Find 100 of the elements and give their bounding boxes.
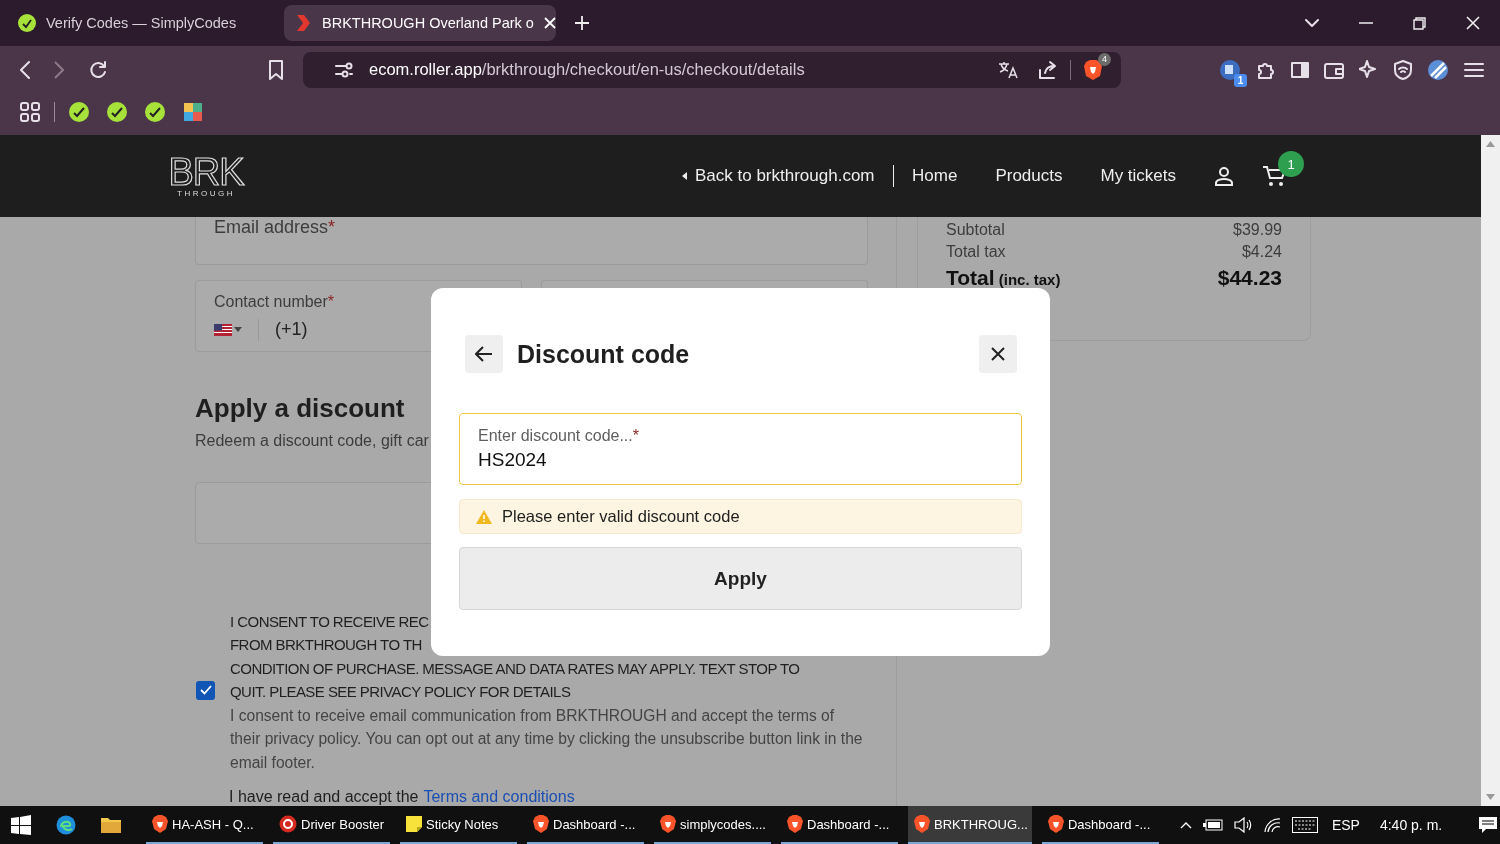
close-icon[interactable] bbox=[1466, 16, 1480, 30]
summary-label: Total tax bbox=[946, 242, 1006, 262]
taskbar-app[interactable]: HA-ASH - Q... bbox=[146, 806, 263, 844]
lion-shield-icon bbox=[1047, 815, 1064, 833]
summary-value: $4.24 bbox=[1241, 242, 1282, 262]
total-label: Total (inc. tax) bbox=[946, 267, 1061, 290]
share-icon[interactable] bbox=[1038, 59, 1058, 80]
email-field[interactable]: Email address* bbox=[195, 217, 868, 265]
checkbox[interactable] bbox=[196, 680, 215, 700]
clock[interactable]: 4:40 p. m. bbox=[1379, 817, 1443, 833]
apps-grid-icon[interactable] bbox=[20, 102, 40, 122]
browser-tab[interactable]: Verify Codes — SimplyCodes bbox=[8, 5, 280, 41]
forward-icon[interactable] bbox=[54, 60, 64, 79]
site-settings-icon bbox=[335, 61, 353, 78]
lion-shield-icon bbox=[533, 815, 549, 833]
summary-label: Subtotal bbox=[946, 220, 1005, 240]
lion-shield-icon bbox=[152, 815, 168, 833]
chevron-logo-icon bbox=[294, 14, 312, 32]
field-label: Enter discount code...* bbox=[478, 427, 640, 445]
sidebar-icon[interactable] bbox=[1291, 61, 1309, 78]
wallet-icon[interactable] bbox=[1324, 60, 1344, 79]
gear-icon bbox=[279, 815, 297, 833]
taskbar-app[interactable]: simplycodes.... bbox=[654, 806, 771, 844]
keyboard-icon[interactable] bbox=[1291, 817, 1318, 833]
cart-count-badge: 1 bbox=[1278, 151, 1305, 177]
nav-link[interactable]: My tickets bbox=[1100, 166, 1177, 186]
sparkle-icon[interactable] bbox=[1359, 59, 1379, 80]
restore-icon[interactable] bbox=[1413, 16, 1426, 30]
url-text[interactable]: ecom.roller.app/brkthrough/checkout/en-us/checkout/details bbox=[369, 60, 805, 79]
lion-shield-icon bbox=[787, 815, 803, 833]
caret-icon[interactable] bbox=[234, 327, 242, 333]
back-link[interactable]: Back to brkthrough.com bbox=[682, 166, 875, 186]
menu-icon[interactable] bbox=[1464, 61, 1484, 78]
apply-button[interactable]: Apply bbox=[459, 547, 1022, 610]
speaker-icon[interactable] bbox=[1233, 817, 1252, 833]
puzzle-piece-icon[interactable] bbox=[183, 102, 203, 122]
address-bar[interactable]: ecom.roller.app/brkthrough/checkout/en-us/checkout/details 4 bbox=[303, 51, 1121, 88]
count-badge: 1 bbox=[1234, 73, 1247, 87]
nav-link[interactable]: Products bbox=[995, 166, 1063, 186]
chevron-up-icon[interactable] bbox=[1179, 821, 1192, 829]
edge-icon[interactable] bbox=[56, 815, 76, 835]
us-flag-icon[interactable] bbox=[214, 323, 232, 336]
consent-text: FROM BRKTHROUGH TO TH bbox=[230, 635, 422, 655]
field-label: Contact number* bbox=[214, 292, 335, 310]
battery-icon[interactable] bbox=[1202, 819, 1223, 831]
reload-icon[interactable] bbox=[88, 59, 108, 80]
discount-code-field[interactable]: Enter discount code...* HS2024 bbox=[459, 413, 1022, 485]
phone-prefix: (+1) bbox=[275, 319, 308, 341]
tag-check-icon bbox=[18, 14, 36, 32]
taskbar-app[interactable]: Dashboard -... bbox=[527, 806, 644, 844]
tag-check-icon[interactable] bbox=[69, 102, 89, 122]
checkmark-icon bbox=[199, 685, 212, 695]
summary-value: $39.99 bbox=[1233, 220, 1282, 240]
new-tab-icon[interactable] bbox=[574, 15, 590, 31]
browser-tab[interactable]: BRKTHROUGH Overland Park o bbox=[284, 5, 556, 41]
striped-circle-icon[interactable] bbox=[1427, 58, 1449, 81]
back-button[interactable] bbox=[465, 335, 503, 373]
tag-check-icon[interactable] bbox=[107, 102, 127, 122]
taskbar-app[interactable]: Sticky Notes bbox=[400, 806, 517, 844]
windows-icon[interactable] bbox=[11, 815, 31, 835]
logo-text[interactable]: BRK bbox=[168, 154, 244, 189]
consent-text: I CONSENT TO RECEIVE REC bbox=[230, 611, 429, 632]
taskbar-app[interactable]: Dashboard -... bbox=[781, 806, 898, 844]
shield-icon[interactable] bbox=[1394, 59, 1412, 80]
account-icon[interactable] bbox=[1214, 166, 1235, 186]
language-indicator[interactable]: ESP bbox=[1331, 817, 1360, 833]
lion-shield-icon[interactable] bbox=[1083, 58, 1103, 81]
lion-shield-icon bbox=[914, 815, 930, 833]
cart-icon[interactable] bbox=[1262, 165, 1287, 187]
back-icon[interactable] bbox=[20, 60, 30, 79]
back-arrow-icon bbox=[475, 346, 493, 362]
nav-link[interactable]: Home bbox=[912, 166, 958, 186]
chevron-down-icon[interactable] bbox=[1305, 18, 1319, 28]
note-icon bbox=[406, 816, 422, 832]
logo-subtext[interactable]: THROUGH bbox=[177, 188, 235, 198]
caret-icon bbox=[682, 172, 687, 180]
taskbar-app[interactable]: BRKTHROUG... bbox=[908, 806, 1032, 844]
consent-note: I consent to receive email communication from BRKTHROUGH and accept the terms of their privacy policy. You can opt out at any time by clicking the unsubscribe button link in the email footer. bbox=[230, 705, 864, 773]
bookmark-icon[interactable] bbox=[268, 59, 284, 80]
warning-icon bbox=[476, 509, 492, 524]
field-label: Email address* bbox=[214, 217, 336, 237]
section-subtitle: Redeem a discount code, gift car bbox=[195, 431, 429, 450]
field-value: HS2024 bbox=[478, 449, 547, 471]
section-heading: Apply a discount bbox=[195, 392, 406, 424]
lion-shield-icon bbox=[660, 815, 676, 833]
tag-check-icon[interactable] bbox=[145, 102, 165, 122]
count-badge: 4 bbox=[1098, 52, 1111, 66]
close-button[interactable] bbox=[979, 335, 1017, 373]
consent-text: CONDITION OF PURCHASE. MESSAGE AND DATA RATES MAY APPLY. TEXT STOP TO bbox=[230, 658, 800, 679]
notification-icon[interactable] bbox=[1478, 816, 1499, 834]
taskbar-app[interactable]: Driver Booster bbox=[273, 806, 390, 844]
folder-icon[interactable] bbox=[101, 817, 121, 833]
warning-message: Please enter valid discount code bbox=[459, 499, 1022, 534]
terms-text: I have read and accept the bbox=[229, 788, 419, 805]
total-value: $44.23 bbox=[1217, 267, 1282, 288]
close-icon bbox=[991, 347, 1005, 361]
consent-text: QUIT. PLEASE SEE PRIVACY POLICY FOR DETAILS bbox=[230, 682, 571, 702]
wifi-icon[interactable] bbox=[1262, 817, 1281, 833]
translate-icon[interactable] bbox=[998, 59, 1018, 80]
taskbar-app[interactable]: Dashboard -... bbox=[1041, 806, 1159, 844]
